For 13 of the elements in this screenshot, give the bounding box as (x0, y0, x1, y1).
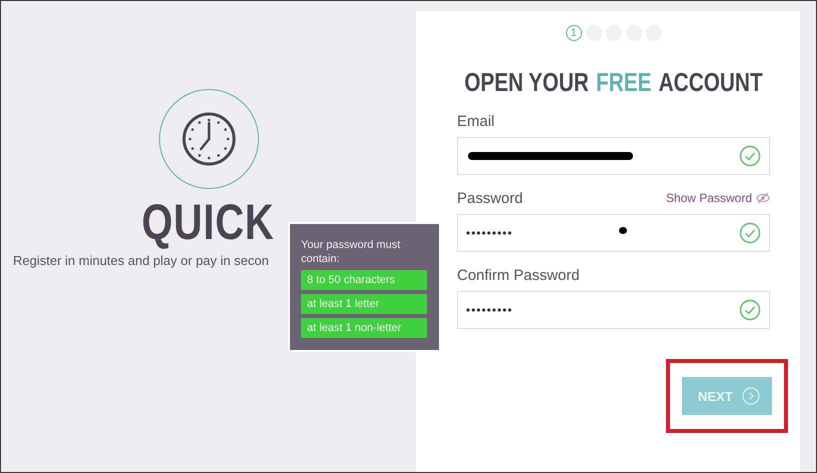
subtitle: Register in minutes and play or pay in secon (13, 253, 269, 268)
field-label: Password (457, 190, 523, 206)
field-label: Email (457, 112, 495, 130)
tooltip-text: Your password must contain: (301, 238, 402, 266)
password-field[interactable]: ••••••••• (457, 214, 770, 252)
show-password-link[interactable]: Show Password (666, 191, 770, 205)
password-field[interactable]: ••••••••• (457, 291, 770, 329)
title-text: ACCOUNT (658, 67, 763, 98)
title-text: OPEN YOUR (464, 67, 589, 98)
title-text: FREE (596, 67, 652, 98)
field-label: Confirm Password (457, 266, 580, 284)
step-indicator: 1 (566, 25, 582, 41)
headline: QUICK (142, 193, 275, 251)
